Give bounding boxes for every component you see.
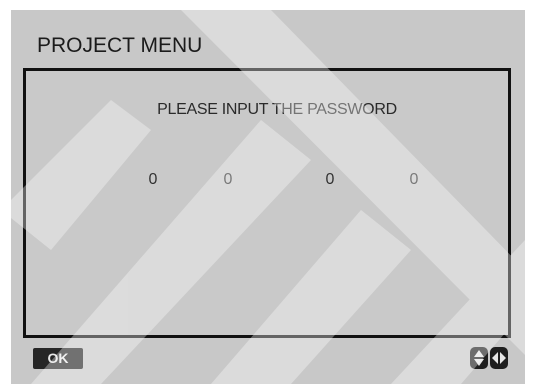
navigation-keys (470, 347, 508, 369)
password-digit-3[interactable]: 0 (318, 171, 342, 189)
left-right-arrows-icon[interactable] (490, 347, 508, 369)
password-digit-2[interactable]: 0 (216, 171, 240, 189)
controller-screen: PROJECT MENU PLEASE INPUT THE PASSWORD 0… (11, 10, 525, 384)
page-title: PROJECT MENU (37, 34, 203, 57)
password-panel: PLEASE INPUT THE PASSWORD 0 0 0 0 (23, 68, 511, 338)
up-down-arrows-icon[interactable] (470, 347, 488, 369)
password-digit-1[interactable]: 0 (141, 171, 165, 189)
ok-button[interactable]: OK (33, 348, 83, 369)
password-prompt: PLEASE INPUT THE PASSWORD (157, 101, 397, 118)
password-digit-4[interactable]: 0 (402, 171, 426, 189)
